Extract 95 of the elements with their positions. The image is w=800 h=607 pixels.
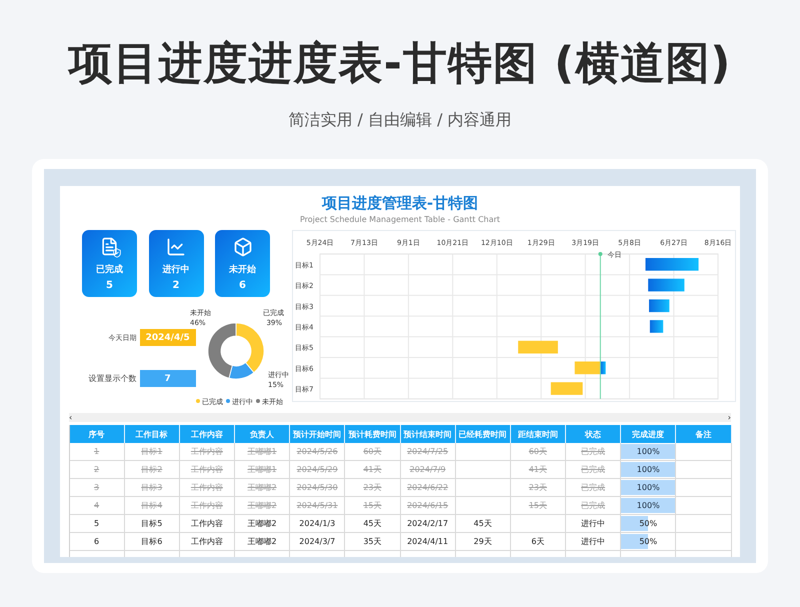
stat-count: 5 — [106, 280, 113, 291]
table-cell: 目标4 — [124, 497, 180, 515]
stat-count: 2 — [172, 280, 180, 291]
table-cell: 工作内容 — [180, 533, 235, 551]
progress-cell: 100% — [621, 461, 676, 479]
table-cell: 2024/5/30 — [290, 479, 346, 497]
table-cell: 王嘟嘟1 — [235, 461, 290, 479]
table-cell: 工作内容 — [180, 443, 235, 461]
table-cell: 15天 — [510, 497, 566, 515]
table-cell: 2024/2/17 — [400, 515, 456, 533]
gantt-bar — [518, 340, 558, 354]
column-header: 已经耗费时间 — [456, 425, 511, 443]
table-cell — [676, 443, 732, 461]
count-field[interactable]: 7 — [140, 370, 196, 387]
document-shield-icon — [100, 237, 120, 257]
table-cell: 29天 — [456, 533, 511, 551]
box-icon — [232, 237, 252, 257]
table-cell: 2024/7/25 — [400, 443, 456, 461]
column-header: 预计结束时间 — [400, 425, 456, 443]
table-cell: 2024/1/3 — [290, 515, 346, 533]
table-cell: 23天 — [510, 479, 566, 497]
column-header: 预计耗费时间 — [345, 425, 400, 443]
column-header: 工作目标 — [124, 425, 180, 443]
table-cell: 工作内容 — [180, 497, 235, 515]
stat-count: 6 — [239, 280, 246, 291]
table-cell: 目标2 — [124, 461, 180, 479]
stat-label: 未开始 — [229, 263, 256, 276]
sheet-subtitle: Project Schedule Management Table - Gantt Chart — [300, 215, 500, 224]
count-label: 设置显示个数 — [88, 373, 137, 384]
column-header: 距结束时间 — [510, 425, 566, 443]
horizontal-scrollbar[interactable]: ‹ › — [69, 413, 731, 422]
table-cell: 23天 — [345, 479, 400, 497]
gantt-bar — [550, 382, 583, 395]
progress-cell: 100% — [621, 479, 676, 497]
table-cell: 王嘟嘟2 — [235, 515, 290, 533]
progress-cell: 50% — [621, 533, 676, 551]
progress-cell: 100% — [621, 497, 676, 515]
progress-cell: 100% — [621, 443, 676, 461]
table-cell: 2024/5/29 — [290, 461, 346, 479]
table-cell: 5 — [70, 515, 125, 533]
table-cell: 60天 — [510, 443, 566, 461]
column-header: 负责人 — [235, 425, 290, 443]
gantt-bar — [649, 299, 670, 312]
table-cell: 目标6 — [124, 533, 180, 551]
table-cell: 2024/5/31 — [290, 497, 346, 515]
stat-label: 进行中 — [162, 263, 190, 276]
page-subtitle: 简洁实用 / 自由编辑 / 内容通用 — [288, 110, 512, 131]
table-cell: 2024/6/22 — [400, 479, 456, 497]
table-cell — [676, 497, 732, 515]
table-cell: 41天 — [345, 461, 400, 479]
column-header: 状态 — [566, 425, 622, 443]
column-header: 备注 — [676, 425, 732, 443]
table-cell: 2024/5/26 — [290, 443, 346, 461]
progress-cell: 50% — [621, 515, 676, 533]
table-cell: 41天 — [510, 461, 566, 479]
column-header: 完成进度 — [621, 425, 676, 443]
table-cell: 目标5 — [124, 515, 180, 533]
table-cell: 6 — [70, 533, 125, 551]
table-cell: 15天 — [345, 497, 400, 515]
table-cell: 2024/4/11 — [400, 533, 456, 551]
table-cell: 45天 — [345, 515, 400, 533]
table-cell: 4 — [70, 497, 125, 515]
date-field[interactable]: 2024/4/5 — [140, 329, 196, 346]
table-cell: 2024/7/9 — [400, 461, 456, 479]
table-cell: 目标1 — [124, 443, 180, 461]
table-cell: 3 — [70, 479, 125, 497]
table-cell: 2024/6/15 — [400, 497, 456, 515]
sheet-title: 项目进度管理表-甘特图 — [322, 194, 478, 213]
table-cell — [676, 515, 732, 533]
table-cell: 王嘟嘟2 — [235, 533, 290, 551]
table-cell: 1 — [70, 443, 125, 461]
table-cell — [676, 461, 732, 479]
column-header: 序号 — [70, 425, 125, 443]
table-cell: 60天 — [345, 443, 400, 461]
gantt-bar — [645, 258, 699, 271]
chart-icon — [166, 237, 186, 257]
table-cell: 工作内容 — [180, 515, 235, 533]
gantt-bar — [648, 278, 684, 292]
gantt-bar — [650, 320, 664, 333]
table-cell: 王嘟嘟2 — [235, 479, 290, 497]
table-cell: 35天 — [345, 533, 400, 551]
table-cell: 工作内容 — [180, 479, 235, 497]
stat-label: 已完成 — [96, 263, 123, 276]
table-cell — [676, 479, 732, 497]
table-cell: 王嘟嘟2 — [235, 497, 290, 515]
table-cell: 6天 — [510, 533, 566, 551]
page-title: 项目进度进度表-甘特图 (横道图) — [68, 37, 732, 91]
column-header: 预计开始时间 — [290, 425, 346, 443]
column-header: 工作内容 — [180, 425, 235, 443]
table-cell: 2024/3/7 — [290, 533, 346, 551]
table-cell: 王嘟嘟1 — [235, 443, 290, 461]
table-cell: 2 — [70, 461, 125, 479]
table-cell: 工作内容 — [180, 461, 235, 479]
table-cell: 目标3 — [124, 479, 180, 497]
table-cell: 45天 — [456, 515, 511, 533]
